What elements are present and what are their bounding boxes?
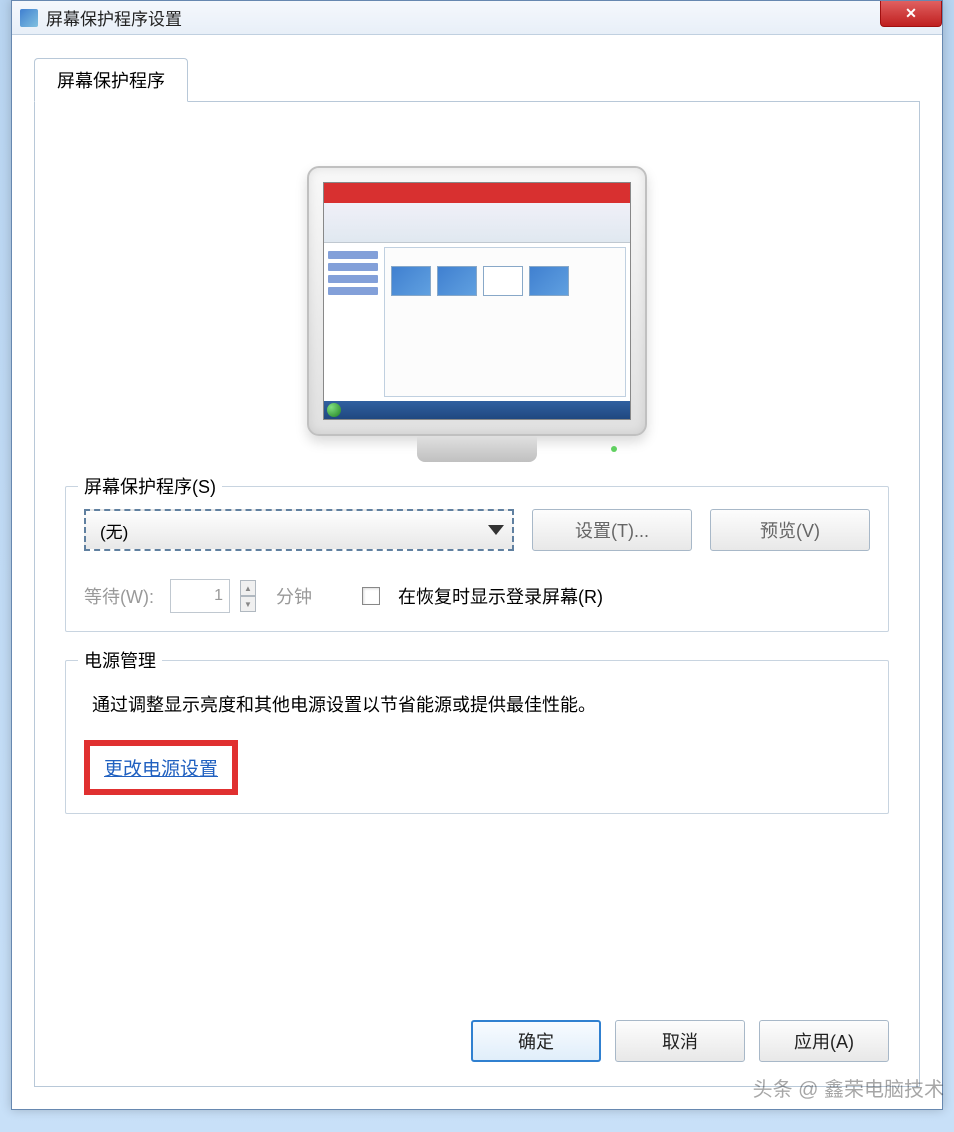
dialog-window: 屏幕保护程序设置 ✕ 屏幕保护程序 xyxy=(11,0,943,1110)
settings-button[interactable]: 设置(T)... xyxy=(532,509,692,551)
titlebar[interactable]: 屏幕保护程序设置 ✕ xyxy=(12,1,942,35)
wait-label: 等待(W): xyxy=(84,583,154,609)
screensaver-group: 屏幕保护程序(S) (无) 设置(T)... 预览(V) 等待(W): ▲ ▼ xyxy=(65,486,889,632)
monitor-preview xyxy=(307,166,647,436)
dialog-footer: 确定 取消 应用(A) xyxy=(65,1002,889,1062)
power-group-label: 电源管理 xyxy=(78,647,162,673)
tab-screensaver[interactable]: 屏幕保护程序 xyxy=(34,58,188,102)
wait-spinner[interactable]: ▲ ▼ xyxy=(240,580,256,612)
spinner-up-icon[interactable]: ▲ xyxy=(240,580,256,596)
screensaver-selected-value: (无) xyxy=(100,518,128,543)
screensaver-select[interactable]: (无) xyxy=(84,509,514,551)
spinner-down-icon[interactable]: ▼ xyxy=(240,596,256,612)
resume-checkbox[interactable] xyxy=(362,587,380,605)
change-power-link[interactable]: 更改电源设置 xyxy=(104,759,218,780)
window-title: 屏幕保护程序设置 xyxy=(46,5,182,30)
tab-panel: 屏幕保护程序(S) (无) 设置(T)... 预览(V) 等待(W): ▲ ▼ xyxy=(34,101,920,1087)
content-area: 屏幕保护程序 xyxy=(12,35,942,1109)
preview-button[interactable]: 预览(V) xyxy=(710,509,870,551)
close-icon: ✕ xyxy=(905,5,917,22)
screensaver-group-label: 屏幕保护程序(S) xyxy=(78,473,222,499)
monitor-led-icon xyxy=(611,446,617,452)
close-button[interactable]: ✕ xyxy=(880,1,942,27)
monitor-stand xyxy=(417,436,537,462)
power-group: 电源管理 通过调整显示亮度和其他电源设置以节省能源或提供最佳性能。 更改电源设置 xyxy=(65,660,889,814)
preview-area xyxy=(65,166,889,436)
cancel-button[interactable]: 取消 xyxy=(615,1020,745,1062)
minutes-label: 分钟 xyxy=(276,583,312,609)
chevron-down-icon xyxy=(488,525,504,535)
preview-screen xyxy=(323,182,631,420)
wait-input[interactable] xyxy=(170,579,230,613)
app-icon xyxy=(20,9,38,27)
apply-button[interactable]: 应用(A) xyxy=(759,1020,889,1062)
ok-button[interactable]: 确定 xyxy=(471,1020,601,1062)
resume-checkbox-label: 在恢复时显示登录屏幕(R) xyxy=(398,583,603,609)
highlight-box: 更改电源设置 xyxy=(84,740,238,795)
power-description: 通过调整显示亮度和其他电源设置以节省能源或提供最佳性能。 xyxy=(92,691,870,720)
